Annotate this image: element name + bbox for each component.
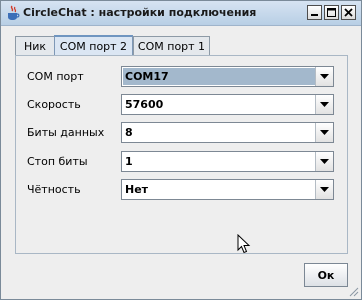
tab-nick[interactable]: Ник [15, 36, 55, 55]
chevron-down-icon [320, 73, 329, 79]
tab-com-port-1[interactable]: COM порт 1 [133, 36, 210, 55]
port-value: COM17 [125, 70, 169, 83]
parity-value: Нет [125, 183, 149, 196]
stop-bits-value: 1 [125, 155, 133, 168]
mouse-cursor-icon [237, 234, 251, 254]
stop-bits-dropdown-button[interactable] [315, 152, 333, 171]
tab-label: COM порт 1 [137, 39, 206, 53]
speed-label: Скорость [27, 98, 81, 111]
settings-dialog: CircleChat : настройки подключения Ник C… [0, 0, 362, 300]
minimize-button[interactable] [307, 5, 322, 20]
port-dropdown-button[interactable] [315, 67, 333, 86]
ok-button-label: Ок [317, 268, 335, 282]
data-bits-dropdown-button[interactable] [315, 123, 333, 142]
minimize-icon [311, 14, 318, 16]
data-bits-label: Биты данных [27, 126, 105, 139]
resize-grip-icon[interactable] [349, 287, 359, 297]
java-cup-icon [8, 5, 20, 20]
close-button[interactable] [341, 5, 356, 20]
parity-label: Чётность [27, 183, 81, 196]
chevron-down-icon [320, 158, 329, 164]
speed-value: 57600 [125, 98, 164, 111]
stop-bits-select[interactable]: 1 [121, 151, 334, 172]
maximize-button[interactable] [324, 5, 339, 20]
parity-dropdown-button[interactable] [315, 180, 333, 199]
parity-select[interactable]: Нет [121, 179, 334, 200]
stop-bits-label: Стоп биты [27, 155, 88, 168]
speed-dropdown-button[interactable] [315, 95, 333, 114]
tab-com-port-2[interactable]: COM порт 2 [54, 35, 133, 56]
chevron-down-icon [320, 101, 329, 107]
maximize-icon [327, 8, 336, 17]
tab-label: COM порт 2 [59, 40, 128, 53]
port-select[interactable]: COM17 [121, 66, 334, 87]
chevron-down-icon [320, 186, 329, 192]
data-bits-select[interactable]: 8 [121, 122, 334, 143]
port-label: COM порт [27, 70, 84, 83]
ok-button[interactable]: Ок [304, 263, 348, 287]
close-icon [344, 8, 353, 17]
speed-select[interactable]: 57600 [121, 94, 334, 115]
data-bits-value: 8 [125, 126, 133, 139]
title-bar[interactable]: CircleChat : настройки подключения [1, 1, 361, 26]
tab-label: Ник [23, 39, 47, 53]
chevron-down-icon [320, 129, 329, 135]
window-title: CircleChat : настройки подключения [23, 6, 257, 19]
